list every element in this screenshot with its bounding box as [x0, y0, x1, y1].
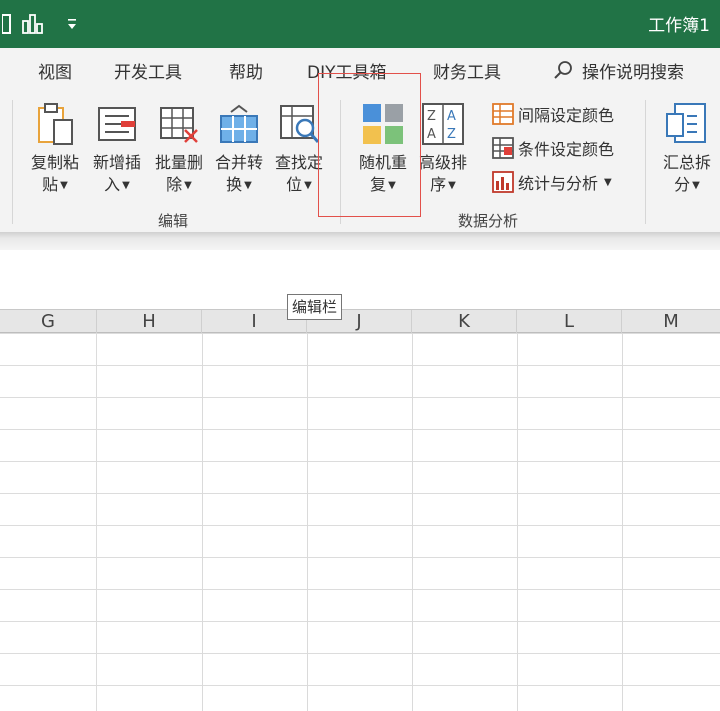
formula-bar-tooltip: 编辑栏	[287, 294, 343, 320]
batch-delete-button[interactable]: 批量删 除 ▼	[150, 102, 208, 197]
merge-cells-icon	[220, 104, 258, 143]
interval-color-icon	[492, 103, 514, 125]
chevron-down-icon: ▼	[122, 180, 130, 191]
condition-color-button[interactable]: 条件设定颜色	[492, 136, 614, 160]
condition-color-icon	[492, 137, 514, 159]
chevron-down-icon: ▼	[448, 180, 456, 191]
group-separator	[645, 100, 646, 224]
column-header-h[interactable]: H	[97, 310, 202, 334]
column-gridline	[412, 333, 413, 711]
column-gridline	[307, 333, 308, 711]
highlight-box	[318, 73, 421, 217]
formula-bar-area[interactable]	[0, 250, 720, 294]
statistics-icon	[492, 171, 514, 193]
group-label-data-analysis: 数据分析	[458, 212, 519, 230]
search-box[interactable]: 操作说明搜索	[552, 58, 684, 83]
title-bar: 工作簿1	[0, 0, 720, 48]
chevron-down-icon: ▼	[60, 180, 68, 191]
chevron-down-icon: ▼	[244, 180, 252, 191]
column-gridline	[622, 333, 623, 711]
chevron-down-icon: ▼	[692, 180, 700, 191]
find-cells-icon	[280, 105, 320, 143]
customize-dropdown-icon[interactable]	[62, 10, 82, 38]
chevron-down-icon: ▼	[604, 176, 612, 188]
statistics-analysis-button[interactable]: 统计与分析 ▼	[492, 170, 612, 194]
svg-text:A: A	[447, 109, 456, 124]
sidebar-icon[interactable]	[0, 10, 14, 38]
svg-text:A: A	[427, 127, 436, 142]
group-label-edit: 编辑	[158, 212, 189, 230]
interval-color-button[interactable]: 间隔设定颜色	[492, 102, 614, 126]
chevron-down-icon: ▼	[184, 180, 192, 191]
insert-row-icon	[98, 107, 136, 141]
chart-icon[interactable]	[18, 10, 46, 38]
column-header-k[interactable]: K	[412, 310, 517, 334]
tab-finance-tools[interactable]: 财务工具	[433, 58, 501, 83]
column-header-row: G H I J K L M	[0, 309, 720, 334]
clipboard-icon	[38, 103, 73, 145]
column-gridline	[517, 333, 518, 711]
summary-split-icon	[666, 103, 706, 143]
search-label: 操作说明搜索	[582, 63, 684, 83]
add-insert-button[interactable]: 新增插 入 ▼	[88, 102, 146, 197]
advanced-sort-button[interactable]: Z A A Z 高级排 序 ▼	[414, 102, 472, 197]
delete-cells-icon	[160, 107, 198, 143]
svg-text:Z: Z	[447, 127, 456, 142]
column-header-l[interactable]: L	[517, 310, 622, 334]
tab-help[interactable]: 帮助	[229, 58, 263, 83]
chevron-down-icon: ▼	[304, 180, 312, 191]
column-gridline	[202, 333, 203, 711]
svg-text:Z: Z	[427, 109, 436, 124]
copy-paste-button[interactable]: 复制粘 贴 ▼	[26, 102, 84, 197]
tab-developer[interactable]: 开发工具	[114, 58, 182, 83]
tab-view[interactable]: 视图	[38, 58, 72, 83]
merge-convert-button[interactable]: 合并转 换 ▼	[210, 102, 268, 197]
group-separator	[12, 100, 13, 224]
document-title: 工作簿1	[648, 16, 710, 36]
column-header-g[interactable]: G	[0, 310, 97, 334]
cell-grid[interactable]	[0, 333, 720, 711]
summary-split-button[interactable]: 汇总拆 分 ▼	[656, 102, 718, 197]
column-header-m[interactable]: M	[622, 310, 720, 334]
sort-az-icon: Z A A Z	[422, 103, 464, 145]
ribbon-shadow	[0, 232, 720, 250]
search-icon	[554, 60, 572, 79]
